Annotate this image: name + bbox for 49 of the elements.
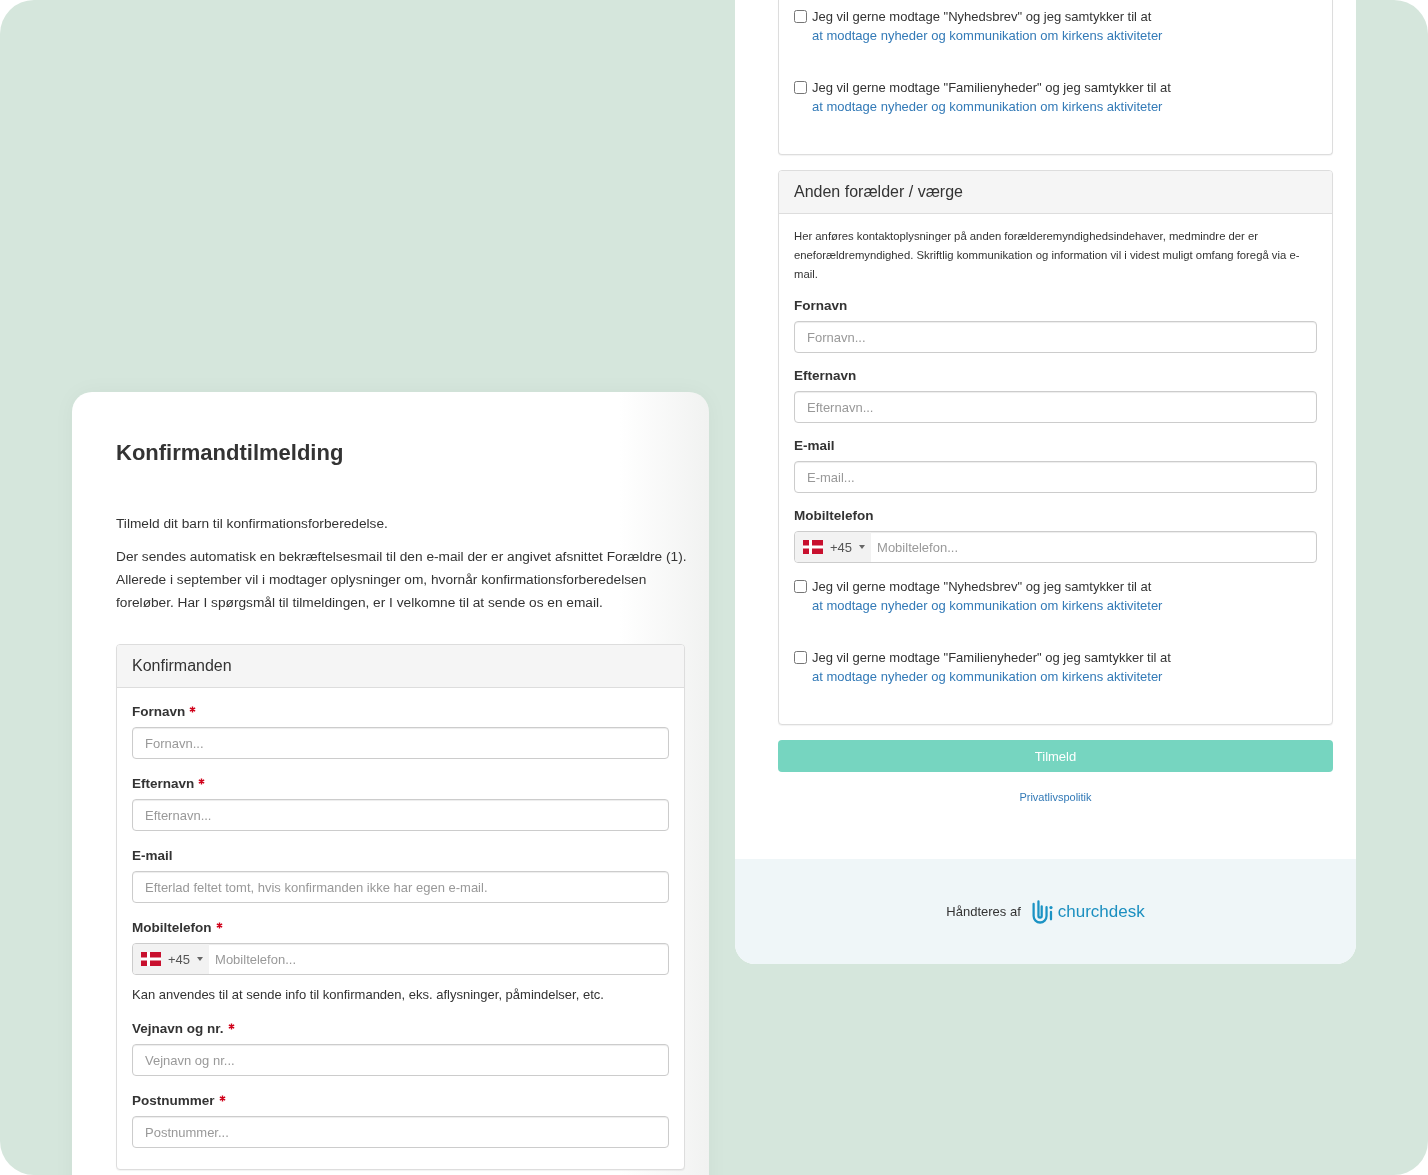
input-field[interactable]: Postnummer... — [132, 1116, 669, 1148]
checkbox[interactable] — [794, 10, 807, 23]
input-field[interactable]: Fornavn... — [794, 321, 1317, 353]
privacy-link[interactable]: Privatlivspolitik — [1019, 791, 1092, 803]
consent-link[interactable]: at modtage nyheder og kommunikation om kirkens aktiviteter — [812, 669, 1163, 684]
field-label: Vejnavn og nr. — [132, 1020, 224, 1038]
form-title: Konfirmandtilmelding — [116, 440, 345, 466]
consent-text: Jeg vil gerne modtage "Nyhedsbrev" og jeg samtykker til at at modtage nyheder og kommunikation om kirkens aktiviteter — [812, 8, 1164, 45]
field-label: Mobiltelefon — [132, 919, 212, 937]
help-text: Kan anvendes til at sende info til konfirmanden, eks. aflysninger, påmindelser, etc. — [132, 986, 605, 1004]
input-field[interactable]: Efternavn... — [132, 799, 669, 831]
powered-by-text: Håndteres af — [946, 904, 1021, 919]
checkbox[interactable] — [794, 651, 807, 664]
flag-icon — [803, 540, 823, 554]
phone-field[interactable]: +45 Mobiltelefon... — [794, 531, 1317, 563]
input-field[interactable]: Vejnavn og nr... — [132, 1044, 669, 1076]
input-field[interactable]: Fornavn... — [132, 727, 669, 759]
input-field[interactable]: E-mail... — [794, 461, 1317, 493]
country-code-button[interactable]: +45 — [133, 944, 210, 974]
caret-icon — [859, 545, 866, 549]
field-label: E-mail — [794, 437, 835, 455]
section-description: Her anføres kontaktoplysninger på anden forælderemyndighedsindehaver, medmindre der er eneforældremyndighed. Skriftlig kommunikation og information vil i videst muligt omfang foregå via e-mail. — [794, 229, 1301, 282]
field-label: Fornavn — [132, 703, 186, 721]
logo-icon — [1031, 898, 1053, 925]
checkbox[interactable] — [794, 81, 807, 94]
consent-link[interactable]: at modtage nyheder og kommunikation om kirkens aktiviteter — [812, 598, 1163, 613]
field-label: Postnummer — [132, 1092, 215, 1110]
phone-field[interactable]: +45 Mobiltelefon... — [132, 943, 669, 975]
consent-link[interactable]: at modtage nyheder og kommunikation om kirkens aktiviteter — [812, 28, 1163, 43]
field-label: Efternavn — [794, 367, 857, 385]
flag-icon — [141, 952, 161, 966]
section-header: Anden forælder / værge — [779, 171, 1332, 214]
consent-text: Jeg vil gerne modtage "Familienyheder" og jeg samtykker til at at modtage nyheder og kommunikation om kirkens aktiviteter — [812, 649, 1172, 686]
input-field[interactable]: Efternavn... — [794, 391, 1317, 423]
consent-text: Jeg vil gerne modtage "Nyhedsbrev" og jeg samtykker til at at modtage nyheder og kommunikation om kirkens aktiviteter — [812, 578, 1164, 615]
intro-text: Der sendes automatisk en bekræftelsesmail til den e-mail der er angivet afsnittet Forældre (1). Allerede i september vil i modtager oplysninger om, hvornår konfirmationsforberedelsen foreløber. Har I spørgsmål til tilmeldingen, er I velkomne til at sende os en email. — [116, 548, 688, 612]
input-field[interactable]: Efterlad feltet tomt, hvis konfirmanden ikke har egen e-mail. — [132, 871, 669, 903]
consent-text: Jeg vil gerne modtage "Familienyheder" og jeg samtykker til at at modtage nyheder og kommunikation om kirkens aktiviteter — [812, 79, 1172, 116]
intro-text: Tilmeld dit barn til konfirmationsforberedelse. — [116, 515, 389, 533]
consent-link[interactable]: at modtage nyheder og kommunikation om kirkens aktiviteter — [812, 99, 1163, 114]
field-label: Fornavn — [794, 297, 848, 315]
section-header: Konfirmanden — [117, 645, 684, 688]
country-code-button[interactable]: +45 — [795, 532, 872, 562]
brand-name: churchdesk — [1057, 901, 1145, 922]
caret-icon — [197, 957, 204, 961]
field-label: E-mail — [132, 847, 173, 865]
field-label: Efternavn — [132, 775, 195, 793]
checkbox[interactable] — [794, 580, 807, 593]
field-label: Mobiltelefon — [794, 507, 874, 525]
